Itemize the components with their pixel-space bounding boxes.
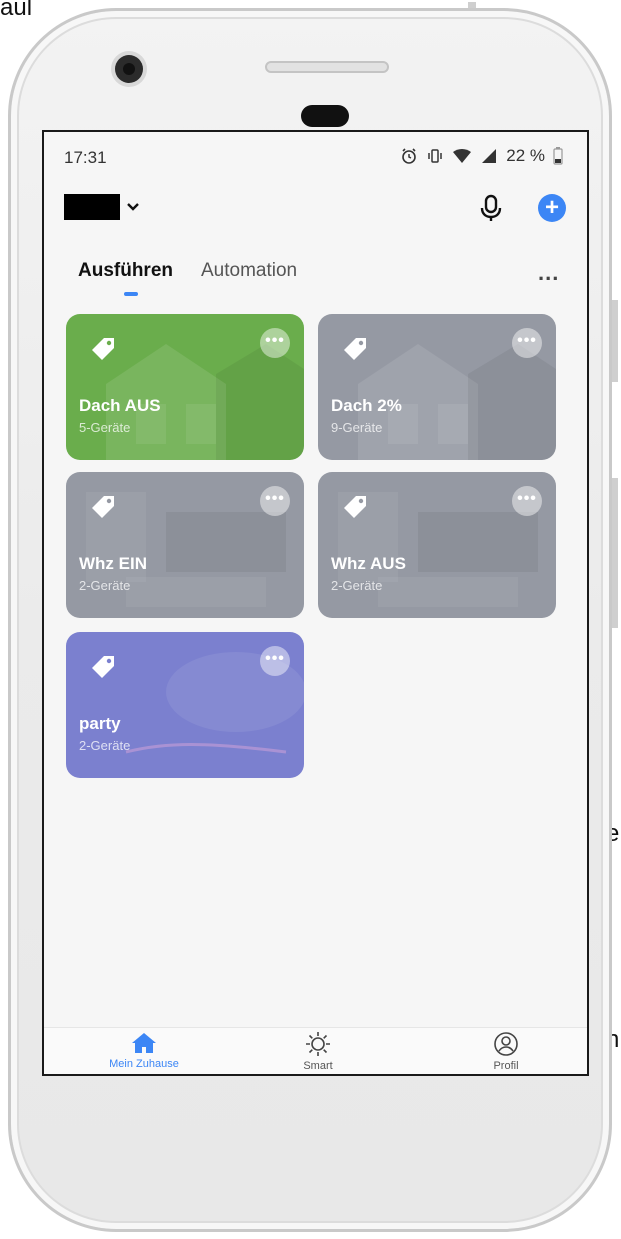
scene-title: Dach AUS: [79, 396, 161, 415]
phone-screen: 17:31 22 % + Ausführen Automation ... ••…: [42, 130, 589, 1076]
tab-ausfuehren[interactable]: Ausführen: [78, 260, 173, 282]
profile-icon: [494, 1032, 518, 1056]
more-options-icon[interactable]: ...: [538, 260, 559, 286]
scene-title: Dach 2%: [331, 396, 402, 415]
nav-label: Mein Zuhause: [109, 1058, 179, 1070]
scene-card[interactable]: ••• Whz EIN 2-Geräte: [66, 472, 304, 618]
alarm-icon: [402, 148, 417, 164]
signal-icon: [482, 149, 497, 163]
nav-label: Smart: [303, 1060, 333, 1072]
background-text: aul: [0, 0, 33, 21]
battery-percent: 22 %: [506, 146, 545, 165]
scene-card[interactable]: ••• party 2-Geräte: [66, 632, 304, 778]
scene-device-count: 2-Geräte: [79, 578, 131, 593]
scene-device-count: 5-Geräte: [79, 420, 131, 435]
scene-card[interactable]: ••• Whz AUS 2-Geräte: [318, 472, 556, 618]
earpiece-speaker: [265, 61, 389, 73]
status-bar: 17:31 22 %: [44, 132, 587, 182]
nav-smart[interactable]: Smart: [258, 1030, 378, 1072]
scene-more-button[interactable]: •••: [512, 486, 542, 516]
scene-card[interactable]: ••• Dach AUS 5-Geräte: [66, 314, 304, 460]
battery-icon: [553, 147, 563, 165]
tag-icon: [92, 496, 114, 518]
scene-device-count: 2-Geräte: [331, 578, 383, 593]
tag-icon: [344, 496, 366, 518]
volume-button: [612, 300, 618, 382]
wifi-icon: [453, 149, 472, 163]
plus-circle-icon[interactable]: +: [538, 194, 566, 222]
sun-icon: [306, 1032, 330, 1056]
scene-more-button[interactable]: •••: [260, 646, 290, 676]
nav-mein-zuhause[interactable]: Mein Zuhause: [84, 1030, 204, 1070]
bottom-navigation: Mein Zuhause Smart Profil: [44, 1027, 587, 1074]
scene-more-button[interactable]: •••: [512, 328, 542, 358]
nav-profil[interactable]: Profil: [446, 1030, 566, 1072]
scene-card[interactable]: ••• Dach 2% 9-Geräte: [318, 314, 556, 460]
home-name-redacted: [64, 194, 120, 220]
vibrate-icon: [428, 149, 442, 163]
status-time: 17:31: [64, 148, 107, 167]
tag-icon: [92, 656, 114, 678]
power-button: [612, 478, 618, 628]
home-icon: [132, 1033, 156, 1053]
tab-automation[interactable]: Automation: [201, 260, 297, 282]
tag-icon: [92, 338, 114, 360]
scene-more-button[interactable]: •••: [260, 328, 290, 358]
scene-title: party: [79, 714, 121, 733]
scene-device-count: 2-Geräte: [79, 738, 131, 753]
front-camera: [115, 55, 143, 83]
proximity-sensor: [301, 105, 349, 127]
tab-indicator: [124, 292, 138, 296]
nav-label: Profil: [493, 1060, 519, 1072]
scene-title: Whz EIN: [79, 554, 147, 573]
home-selector[interactable]: [64, 194, 140, 220]
chevron-down-icon: [127, 203, 139, 211]
tag-icon: [344, 338, 366, 360]
scene-title: Whz AUS: [331, 554, 406, 573]
scene-tabs: Ausführen Automation: [78, 260, 297, 282]
scene-device-count: 9-Geräte: [331, 420, 383, 435]
scene-more-button[interactable]: •••: [260, 486, 290, 516]
mic-icon[interactable]: [480, 194, 502, 222]
